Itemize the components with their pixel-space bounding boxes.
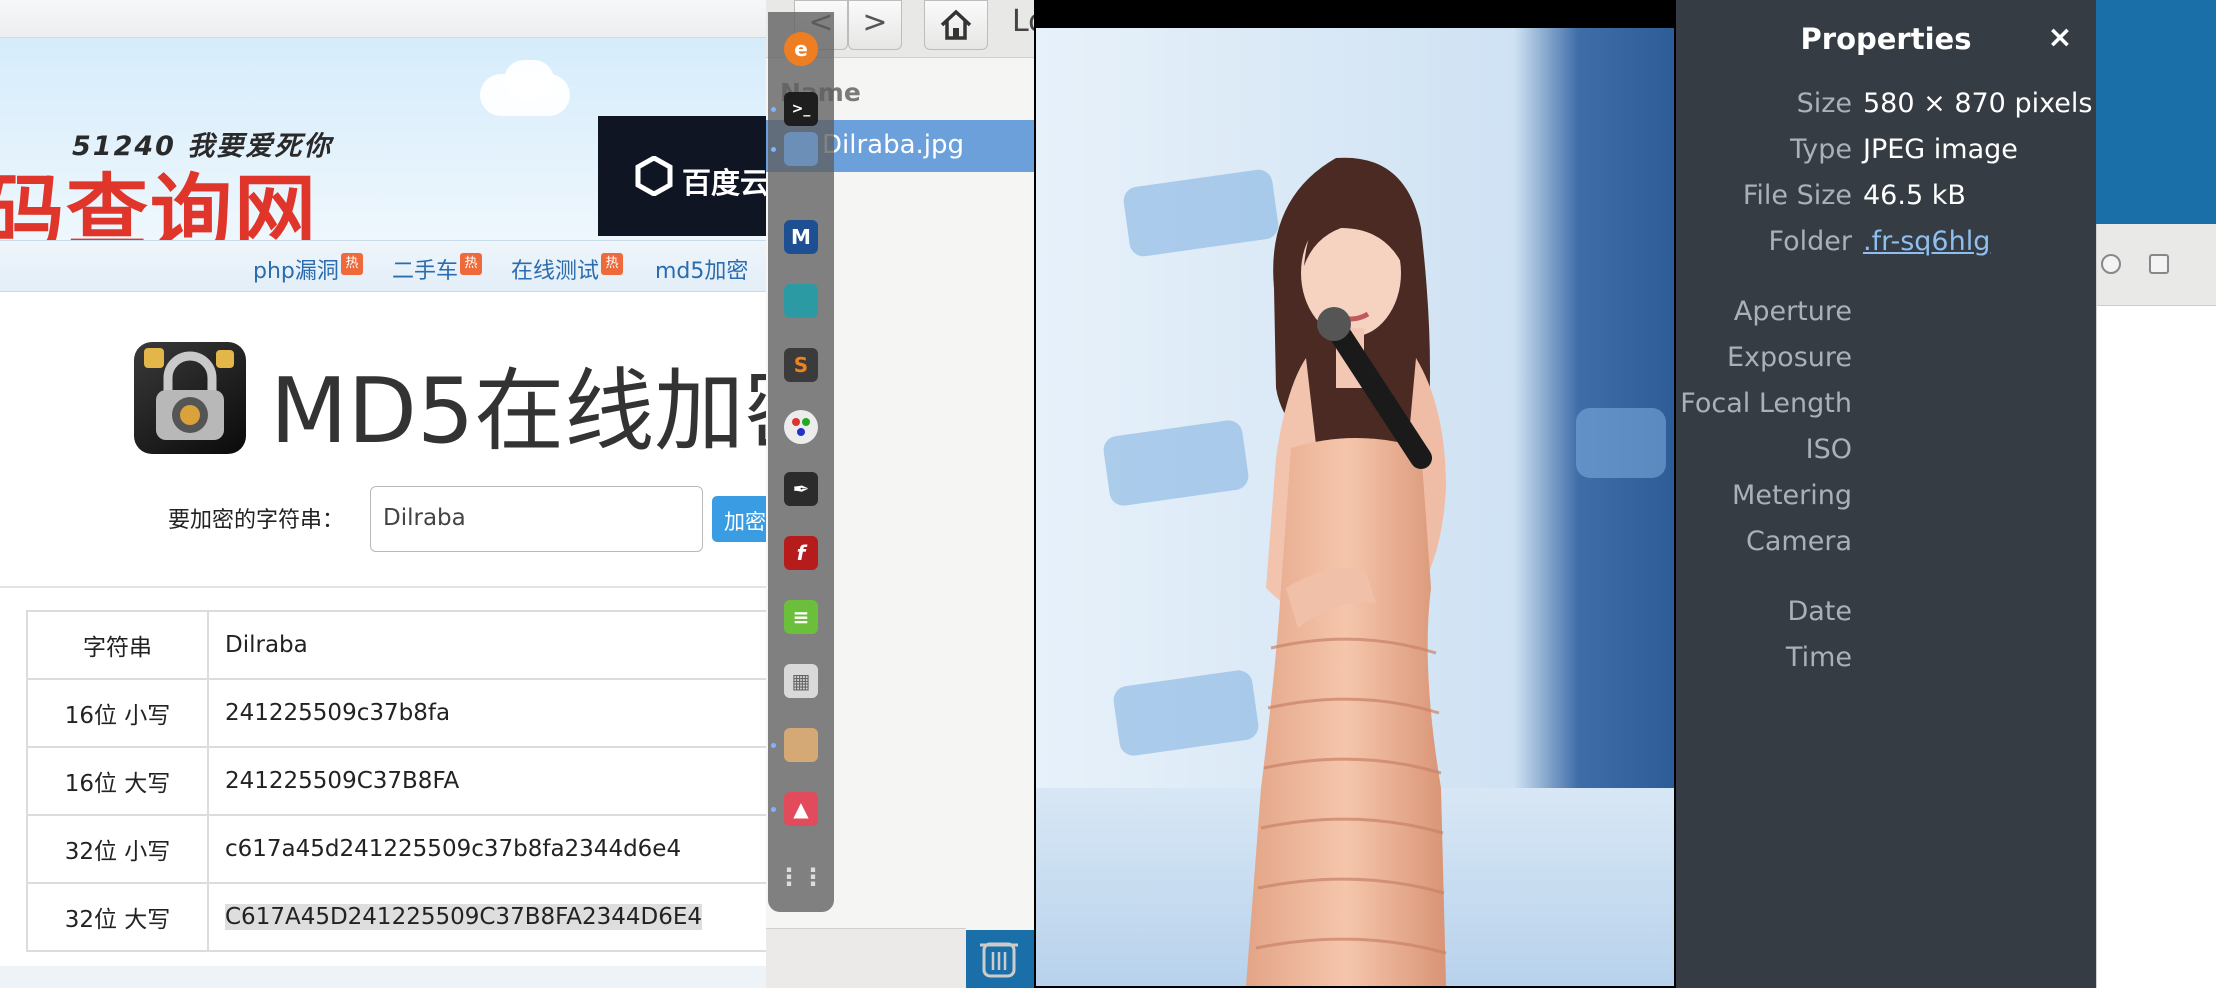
terminal-icon[interactable]: >_ bbox=[784, 92, 818, 126]
prop-value-type: JPEG image bbox=[1863, 134, 2018, 165]
nav-link-php[interactable]: php漏洞热 bbox=[253, 253, 363, 285]
row-key: 16位 小写 bbox=[26, 678, 209, 748]
prop-label-focal-length: Focal Length bbox=[1680, 388, 1852, 419]
text-editor-icon[interactable]: ≡ bbox=[784, 600, 818, 634]
prop-label-type: Type bbox=[1789, 134, 1852, 165]
selected-hash-text[interactable]: C617A45D241225509C37B8FA2344D6E4 bbox=[225, 904, 703, 930]
row-value: c617a45d241225509c37b8fa2344d6e4 bbox=[207, 814, 770, 884]
background-window-titlebar bbox=[2097, 224, 2216, 306]
malwarebytes-icon[interactable]: M bbox=[784, 220, 818, 254]
row-key: 字符串 bbox=[26, 610, 209, 680]
table-row: 32位 小写 c617a45d241225509c37b8fa2344d6e4 bbox=[26, 814, 770, 884]
flash-icon[interactable]: f bbox=[784, 536, 818, 570]
baidu-cloud-logo-icon bbox=[635, 156, 673, 196]
nav-label: 二手车 bbox=[392, 259, 459, 284]
nav-label: md5加密 bbox=[655, 259, 749, 284]
forward-button[interactable]: > bbox=[848, 0, 902, 50]
home-icon bbox=[940, 9, 972, 40]
prop-label-metering: Metering bbox=[1732, 480, 1852, 511]
image-viewer-window bbox=[1034, 0, 1676, 988]
properties-title: Properties bbox=[1800, 22, 1972, 56]
properties-panel: Properties × Size 580 × 870 pixels Type … bbox=[1676, 0, 2096, 988]
lock-icon bbox=[134, 342, 246, 454]
row-key: 16位 大写 bbox=[26, 746, 209, 816]
prop-label-date: Date bbox=[1787, 596, 1852, 627]
prop-label-iso: ISO bbox=[1805, 434, 1852, 465]
file-name: Dilraba.jpg bbox=[822, 130, 965, 160]
page-footer-strip bbox=[0, 966, 770, 988]
table-row: 32位 大写 C617A45D241225509C37B8FA2344D6E4 bbox=[26, 882, 770, 952]
palette-icon[interactable] bbox=[784, 410, 818, 444]
image-viewer-icon[interactable]: ▲ bbox=[784, 792, 818, 826]
prop-value-folder-link[interactable]: .fr-sq6hlg bbox=[1863, 226, 1990, 257]
baidu-cloud-ad[interactable]: 百度云 bbox=[598, 116, 770, 236]
running-indicator bbox=[771, 147, 776, 152]
app-grid-icon[interactable]: ⋮⋮ bbox=[777, 860, 825, 894]
background-window bbox=[2096, 224, 2216, 988]
files-icon[interactable] bbox=[784, 132, 818, 166]
hot-badge: 热 bbox=[340, 253, 363, 275]
photo-image bbox=[1036, 28, 1674, 986]
row-value[interactable]: C617A45D241225509C37B8FA2344D6E4 bbox=[207, 882, 770, 952]
home-button[interactable] bbox=[924, 0, 988, 50]
nav-link-md5[interactable]: md5加密 bbox=[655, 253, 748, 285]
hot-badge: 热 bbox=[460, 253, 483, 275]
calculator-icon[interactable]: ▦ bbox=[784, 664, 818, 698]
prop-label-aperture: Aperture bbox=[1733, 296, 1852, 327]
prop-label-file-size: File Size bbox=[1742, 180, 1852, 211]
maximize-icon[interactable] bbox=[2149, 254, 2169, 274]
running-indicator bbox=[771, 807, 776, 812]
prop-label-time: Time bbox=[1785, 642, 1852, 673]
row-value: 241225509c37b8fa bbox=[207, 678, 770, 748]
prop-label-exposure: Exposure bbox=[1727, 342, 1852, 373]
sublime-icon[interactable]: S bbox=[784, 348, 818, 382]
row-key: 32位 小写 bbox=[26, 814, 209, 884]
prop-value-file-size: 46.5 kB bbox=[1863, 180, 1966, 211]
row-value: Dilraba bbox=[207, 610, 770, 680]
dock: e >_ M S ✒ f ≡ ▦ ▲ ⋮⋮ bbox=[768, 12, 834, 912]
row-value: 241225509C37B8FA bbox=[207, 746, 770, 816]
table-row: 16位 小写 241225509c37b8fa bbox=[26, 678, 770, 748]
site-banner: 51240 我要爱死你 码查询网 百度云 bbox=[0, 38, 770, 261]
table-row: 字符串 Dilraba bbox=[26, 610, 770, 680]
nav-link-used-car[interactable]: 二手车热 bbox=[392, 253, 483, 285]
hot-badge: 热 bbox=[601, 253, 624, 275]
close-icon[interactable]: × bbox=[2040, 18, 2080, 58]
input-label: 要加密的字符串： bbox=[168, 508, 345, 533]
archive-icon[interactable] bbox=[784, 728, 818, 762]
result-table: 字符串 Dilraba 16位 小写 241225509c37b8fa 16位 大写… bbox=[26, 610, 770, 952]
divider bbox=[0, 586, 770, 588]
file-manager-statusbar bbox=[766, 928, 966, 988]
prop-label-camera: Camera bbox=[1746, 526, 1852, 557]
page-title: MD5在线加密 bbox=[270, 359, 770, 464]
row-key: 32位 大写 bbox=[26, 882, 209, 952]
running-indicator bbox=[771, 107, 776, 112]
firefox-icon[interactable]: e bbox=[784, 32, 818, 66]
browser-top-strip bbox=[0, 0, 770, 38]
banner-cloud bbox=[504, 60, 554, 100]
minimize-icon[interactable] bbox=[2101, 254, 2121, 274]
prop-label-folder: Folder bbox=[1768, 226, 1852, 257]
inkscape-icon[interactable]: ✒ bbox=[784, 472, 818, 506]
nav-link-online-test[interactable]: 在线测试热 bbox=[511, 253, 624, 285]
nav-label: 在线测试 bbox=[511, 259, 600, 284]
running-indicator bbox=[771, 743, 776, 748]
trash-icon[interactable] bbox=[976, 936, 1022, 980]
string-input[interactable]: Dilraba bbox=[370, 486, 703, 552]
nav-label: php漏洞 bbox=[253, 259, 339, 284]
encrypt-button[interactable]: 加密 bbox=[712, 496, 770, 542]
table-row: 16位 大写 241225509C37B8FA bbox=[26, 746, 770, 816]
ad-text: 百度云 bbox=[682, 166, 770, 200]
prop-value-size: 580 × 870 pixels bbox=[1863, 88, 2093, 119]
character-icon[interactable] bbox=[784, 284, 818, 318]
web-page: 51240 我要爱死你 码查询网 百度云 php漏洞热 二手车热 在线测试热 m… bbox=[0, 0, 770, 988]
site-nav: php漏洞热 二手车热 在线测试热 md5加密 bbox=[0, 240, 770, 292]
prop-label-size: Size bbox=[1796, 88, 1852, 119]
